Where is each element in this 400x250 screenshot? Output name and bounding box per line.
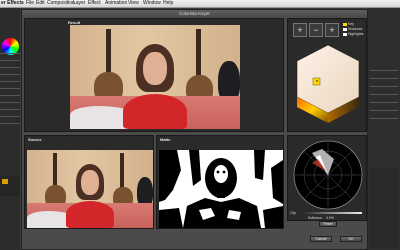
divider: [0, 60, 20, 61]
legend-label: Shadows: [348, 27, 363, 31]
menu-effect[interactable]: Effect: [88, 0, 101, 7]
red-dress: [66, 201, 114, 228]
menu-file[interactable]: File: [26, 0, 34, 7]
matte-image[interactable]: [159, 150, 283, 228]
divider: [370, 78, 398, 79]
clip-slider[interactable]: [300, 212, 362, 214]
legend-key: Key: [343, 22, 354, 26]
host-panel-stub: [370, 168, 398, 248]
dialog-title: Colorista Keyer: [22, 10, 367, 17]
clip-label: Clip: [290, 211, 297, 215]
reset-button[interactable]: Reset: [319, 221, 337, 227]
divider: [0, 53, 20, 54]
menu-animation[interactable]: Animation: [105, 0, 127, 7]
app-name[interactable]: er Effects: [1, 0, 24, 7]
timecode-badge: [2, 179, 8, 184]
menu-bar: er Effects File Edit Composition Layer E…: [0, 0, 400, 8]
red-dress: [122, 93, 188, 129]
menu-edit[interactable]: Edit: [36, 0, 45, 7]
menu-layer[interactable]: Layer: [73, 0, 86, 7]
legend-swatch-highlights: [343, 32, 347, 36]
face: [81, 170, 99, 196]
divider: [370, 102, 398, 103]
divider: [0, 109, 20, 110]
source-panel: Source: [24, 135, 154, 229]
add-key-alt-button[interactable]: +: [325, 23, 339, 37]
softness-label: Softness:: [308, 216, 323, 220]
legend-label: Key: [348, 22, 355, 26]
legend-shadows: Shadows: [343, 27, 362, 31]
legend-highlights: Highlights: [343, 32, 363, 36]
result-panel: Result: [24, 18, 284, 132]
ok-button[interactable]: OK: [340, 236, 362, 242]
host-timeline-stub: [0, 176, 20, 196]
menu-view[interactable]: View: [128, 0, 139, 7]
divider: [0, 102, 20, 103]
divider: [0, 123, 20, 124]
divider: [370, 86, 398, 87]
color-cube[interactable]: [293, 41, 363, 131]
face: [143, 52, 167, 86]
source-image[interactable]: [27, 150, 153, 228]
cancel-button[interactable]: Cancel: [310, 236, 332, 242]
legend-swatch-key: [343, 22, 347, 26]
menu-help[interactable]: Help: [163, 0, 173, 7]
divider: [0, 81, 20, 82]
keyer-dialog: Colorista Keyer Result Source Matte + − …: [21, 9, 368, 250]
source-label: Source: [28, 137, 42, 142]
host-left-panel: [0, 8, 20, 250]
divider: [370, 94, 398, 95]
divider: [0, 116, 20, 117]
plus-icon: +: [297, 25, 303, 35]
divider: [370, 70, 398, 71]
divider: [0, 67, 20, 68]
menu-composition[interactable]: Composition: [47, 0, 75, 7]
matte-label: Matte: [160, 137, 171, 142]
plus-icon: +: [329, 25, 335, 35]
legend-swatch-shadows: [343, 27, 347, 31]
legend-label: Highlights: [348, 32, 364, 36]
divider: [0, 74, 20, 75]
divider: [0, 88, 20, 89]
matte-shapes: [159, 150, 283, 228]
menu-window[interactable]: Window: [143, 0, 161, 7]
softness-value[interactable]: 0.0%: [326, 216, 334, 220]
divider: [370, 118, 398, 119]
key-selection-panel: + − + Key Shadows Highlights: [287, 18, 367, 132]
divider: [0, 95, 20, 96]
vectorscope[interactable]: [292, 139, 364, 211]
matte-panel: Matte: [156, 135, 284, 229]
add-key-button[interactable]: +: [293, 23, 307, 37]
subtract-key-button[interactable]: −: [309, 23, 323, 37]
vectorscope-panel: Clip Softness: 0.0%: [287, 135, 367, 221]
host-right-panel: [368, 8, 400, 250]
divider: [370, 110, 398, 111]
result-image[interactable]: [70, 25, 240, 129]
minus-icon: −: [313, 25, 319, 35]
